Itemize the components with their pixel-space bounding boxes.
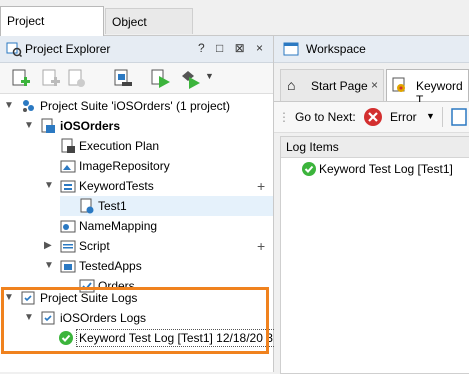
project-icon <box>41 118 55 133</box>
run-project-icon[interactable] <box>150 68 172 90</box>
close-tab-icon[interactable]: × <box>371 78 378 92</box>
tab-keyword-test[interactable]: Keyword T <box>386 69 469 107</box>
tested-apps-icon <box>60 260 76 273</box>
log-item-row[interactable]: Keyword Test Log [Test1] <box>281 159 469 179</box>
add-plus-icon[interactable]: + <box>257 236 265 256</box>
collapse-arrow-icon[interactable]: ▼ <box>44 256 54 276</box>
home-icon: ⌂ <box>287 77 296 93</box>
goto-type-select[interactable]: Error <box>390 110 417 124</box>
chevron-down-icon[interactable]: ▼ <box>205 71 214 81</box>
chevron-down-icon[interactable]: ▼ <box>426 111 435 121</box>
tab-start-page[interactable]: ⌂ Start Page × <box>280 69 384 101</box>
panel-title: Project Explorer <box>25 42 111 56</box>
run-selected-icon[interactable] <box>180 68 202 90</box>
error-icon[interactable] <box>363 107 383 127</box>
success-check-icon <box>302 162 316 176</box>
name-mapping-icon <box>60 220 76 233</box>
collapse-arrow-icon[interactable]: ▼ <box>24 116 34 136</box>
execution-plan-icon <box>61 138 75 153</box>
script-icon <box>60 240 76 253</box>
collapse-arrow-icon[interactable]: ▼ <box>44 176 54 196</box>
add-plus-icon[interactable]: + <box>257 176 265 196</box>
expand-arrow-icon[interactable]: ▶ <box>44 236 54 256</box>
project-explorer-icon <box>6 42 22 57</box>
goto-toolbar: ⋮ Go to Next: Error ▼ <box>274 102 469 133</box>
log-items-panel: Log Items Keyword Test Log [Test1] <box>280 136 469 374</box>
log-view-icon[interactable] <box>450 107 469 127</box>
tree-node-image-repository[interactable]: ImageRepository <box>0 156 273 176</box>
logs-highlight-box <box>1 287 269 354</box>
project-properties-icon[interactable] <box>112 68 134 90</box>
tab-object-browser[interactable]: Object Browser <box>105 8 193 55</box>
log-items-header: Log Items <box>281 137 469 158</box>
tree-node-name-mapping[interactable]: NameMapping <box>0 216 273 236</box>
tree-node-keyword-tests[interactable]: ▼ KeywordTests + <box>0 176 273 196</box>
tree-node-tested-apps[interactable]: ▼ TestedApps <box>0 256 273 276</box>
tree-node-project[interactable]: ▼ iOSOrders <box>0 116 273 136</box>
keyword-tests-icon <box>60 180 76 193</box>
explorer-toolbar: ▼ <box>0 63 273 94</box>
document-tab-bar: Project Workspace Object Browser <box>0 0 469 56</box>
panel-window-controls[interactable]: ? □ ⊠ × <box>198 41 267 55</box>
workspace-panel: Workspace ⌂ Start Page × Keyword T ⋮ Go … <box>274 36 469 374</box>
add-new-item-icon[interactable] <box>10 68 32 90</box>
workspace-header: Workspace <box>274 36 469 63</box>
tree-node-execution-plan[interactable]: Execution Plan <box>0 136 273 156</box>
add-existing-item-icon[interactable] <box>40 68 62 90</box>
workspace-icon <box>283 42 299 56</box>
goto-next-label: Go to Next: <box>295 110 356 124</box>
toolbar-divider <box>442 107 443 127</box>
image-repository-icon <box>60 160 76 173</box>
tab-project-workspace[interactable]: Project Workspace <box>0 6 104 56</box>
keyword-test-icon <box>80 198 94 214</box>
collapse-arrow-icon[interactable]: ▼ <box>4 96 14 116</box>
toolbar-grip: ⋮ <box>278 110 290 124</box>
project-explorer-header: Project Explorer ? □ ⊠ × <box>0 36 273 63</box>
project-suite-icon <box>23 100 34 112</box>
workspace-title: Workspace <box>306 42 366 56</box>
workspace-tab-bar: ⌂ Start Page × Keyword T <box>274 63 469 107</box>
tree-node-script[interactable]: ▶ Script + <box>0 236 273 256</box>
remove-item-icon[interactable] <box>66 68 88 90</box>
keyword-test-log-icon <box>392 77 405 92</box>
tree-node-project-suite[interactable]: ▼ Project Suite 'iOSOrders' (1 project) <box>0 96 273 116</box>
tree-node-test1[interactable]: Test1 <box>60 196 273 216</box>
